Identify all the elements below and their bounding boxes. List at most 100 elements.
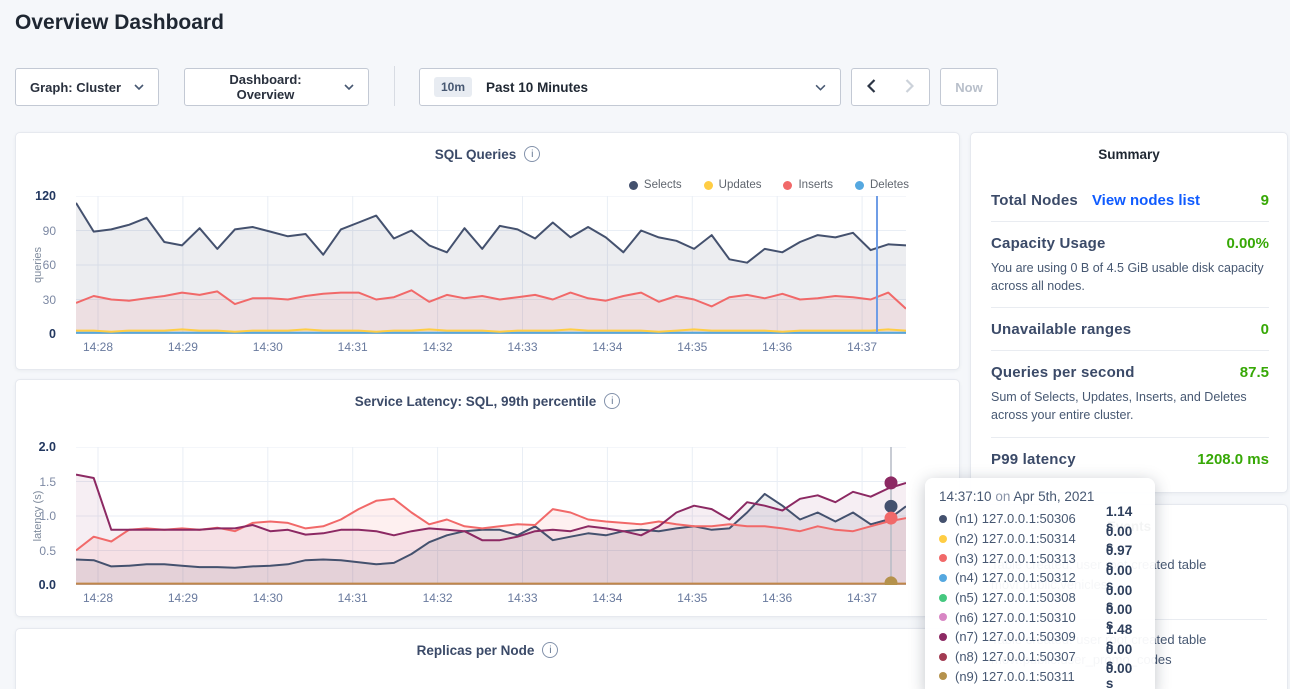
chevron-right-icon [905,79,914,96]
node-color-dot [939,535,947,543]
x-tick-label: 14:36 [762,340,792,354]
toolbar-divider [394,66,395,106]
legend-dot [855,181,864,190]
x-tick-label: 14:32 [423,591,453,605]
y-tick-label: 1.0 [39,509,56,523]
page-title: Overview Dashboard [15,11,224,35]
x-tick-label: 14:28 [83,591,113,605]
x-axis-ticks: 14:2814:2914:3014:3114:3214:3314:3414:35… [76,340,906,356]
x-tick-label: 14:35 [677,340,707,354]
chart-title: Replicas per Node [417,643,535,658]
legend-item-updates[interactable]: Updates [704,179,762,191]
summary-row-value: 9 [1261,192,1269,209]
x-tick-label: 14:31 [338,340,368,354]
sql-queries-plot[interactable] [76,196,906,334]
legend-dot [704,181,713,190]
legend-label: Updates [719,179,762,191]
info-icon[interactable] [542,642,558,658]
legend-dot [783,181,792,190]
tooltip-node-label: (n4) 127.0.0.1:50312 [955,570,1098,585]
summary-row-description: Sum of Selects, Updates, Inserts, and De… [991,388,1269,424]
sql-queries-chart-card: SQL Queries SelectsUpdatesInsertsDeletes… [15,132,960,370]
summary-row-label: Capacity Usage [991,235,1106,252]
x-tick-label: 14:30 [253,591,283,605]
node-color-dot [939,653,947,661]
view-nodes-list-link[interactable]: View nodes list [1092,192,1200,209]
y-tick-label: 0.0 [39,578,56,592]
x-tick-label: 14:29 [168,340,198,354]
tooltip-node-label: (n8) 127.0.0.1:50307 [955,649,1098,664]
tooltip-timestamp: 14:37:10 on Apr 5th, 2021 [939,489,1141,504]
time-next-button[interactable] [890,68,930,106]
tooltip-node-label: (n9) 127.0.0.1:50311 [955,669,1098,684]
tooltip-date: Apr 5th, 2021 [1013,489,1094,504]
summary-rows: Total Nodes View nodes list 9 Capacity Usag… [991,179,1269,480]
node-color-dot [939,574,947,582]
y-tick-label: 30 [43,293,56,307]
y-tick-label: 0.5 [39,544,56,558]
summary-row-label: P99 latency [991,451,1076,468]
info-icon[interactable] [524,146,540,162]
time-prev-button[interactable] [851,68,891,106]
x-tick-label: 14:33 [507,340,537,354]
summary-row-value: 87.5 [1240,364,1269,381]
legend-label: Inserts [798,179,833,191]
info-icon[interactable] [604,393,620,409]
x-tick-label: 14:29 [168,591,198,605]
chevron-down-icon [815,84,826,91]
y-tick-label: 1.5 [39,475,56,489]
tooltip-node-rows: (n1) 127.0.0.1:503061.14 s(n2) 127.0.0.1… [939,509,1141,686]
chevron-down-icon [134,84,144,90]
replicas-per-node-chart-card: Replicas per Node [15,628,960,689]
tooltip-node-label: (n2) 127.0.0.1:50314 [955,531,1098,546]
now-button[interactable]: Now [940,68,998,106]
time-window-badge: 10m [434,77,472,97]
tooltip-connector: on [995,489,1010,504]
summary-row: Queries per second 87.5 Sum of Selects, Up… [991,351,1269,437]
tooltip-row: (n9) 127.0.0.1:503110.00 s [939,667,1141,687]
y-tick-label: 0 [49,327,56,341]
summary-row-label: Queries per second [991,364,1135,381]
chart-hover-tooltip: 14:37:10 on Apr 5th, 2021 (n1) 127.0.0.1… [925,478,1155,689]
node-color-dot [939,554,947,562]
summary-row: P99 latency 1208.0 ms [991,438,1269,480]
x-tick-label: 14:34 [592,591,622,605]
node-color-dot [939,594,947,602]
legend-dot [629,181,638,190]
x-tick-label: 14:37 [847,591,877,605]
y-tick-label: 2.0 [39,440,56,454]
summary-row-label: Total Nodes [991,192,1078,209]
tooltip-node-label: (n7) 127.0.0.1:50309 [955,629,1098,644]
y-axis-ticks: 0306090120 [16,196,60,334]
chart-legend: Selects Updates Inserts Deletes [629,179,909,191]
time-window-label: Past 10 Minutes [486,80,588,95]
x-tick-label: 14:30 [253,340,283,354]
y-tick-label: 90 [43,224,56,238]
tooltip-time: 14:37:10 [939,489,992,504]
summary-row-value: 0.00% [1226,235,1269,252]
graph-dropdown[interactable]: Graph: Cluster [15,68,159,106]
summary-row-value: 1208.0 ms [1197,451,1269,468]
x-tick-label: 14:34 [592,340,622,354]
legend-label: Deletes [870,179,909,191]
node-color-dot [939,515,947,523]
dashboard-dropdown[interactable]: Dashboard: Overview [184,68,369,106]
node-color-dot [939,613,947,621]
service-latency-plot[interactable] [76,447,906,585]
legend-item-inserts[interactable]: Inserts [783,179,833,191]
y-axis-ticks: 0.00.51.01.52.0 [16,447,60,585]
x-tick-label: 14:28 [83,340,113,354]
tooltip-node-label: (n3) 127.0.0.1:50313 [955,551,1098,566]
chart-title: Service Latency: SQL, 99th percentile [355,394,597,409]
tooltip-node-value: 0.00 s [1106,661,1141,689]
tooltip-node-label: (n5) 127.0.0.1:50308 [955,590,1098,605]
summary-row: Unavailable ranges0 [991,308,1269,351]
overview-dashboard-page: Overview Dashboard Graph: Cluster Dashbo… [0,0,1290,689]
legend-item-deletes[interactable]: Deletes [855,179,909,191]
service-latency-chart-card: Service Latency: SQL, 99th percentile la… [15,379,960,617]
legend-item-selects[interactable]: Selects [629,179,682,191]
time-window-selector[interactable]: 10m Past 10 Minutes [419,68,841,106]
x-tick-label: 14:37 [847,340,877,354]
summary-row: Capacity Usage0.00%You are using 0 B of … [991,222,1269,308]
tooltip-node-label: (n1) 127.0.0.1:50306 [955,511,1098,526]
